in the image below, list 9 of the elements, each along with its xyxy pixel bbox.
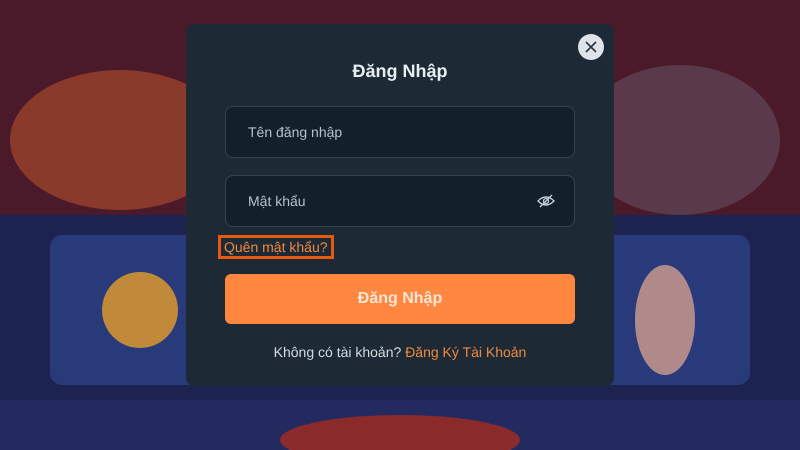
password-field[interactable]: Mật khẩu (225, 175, 575, 227)
signup-link[interactable]: Đăng Ký Tài Khoản (405, 344, 526, 360)
eye-slash-icon[interactable] (537, 194, 555, 208)
dialog-title: Đăng Nhập (351, 60, 448, 82)
forgot-password-link[interactable]: Quên mật khẩu? (218, 235, 334, 259)
signup-prompt: Không có tài khoản? Đăng Ký Tài Khoản (272, 344, 528, 360)
close-button[interactable] (578, 34, 604, 60)
username-field[interactable]: Tên đăng nhập (225, 106, 575, 158)
close-icon (584, 40, 598, 54)
